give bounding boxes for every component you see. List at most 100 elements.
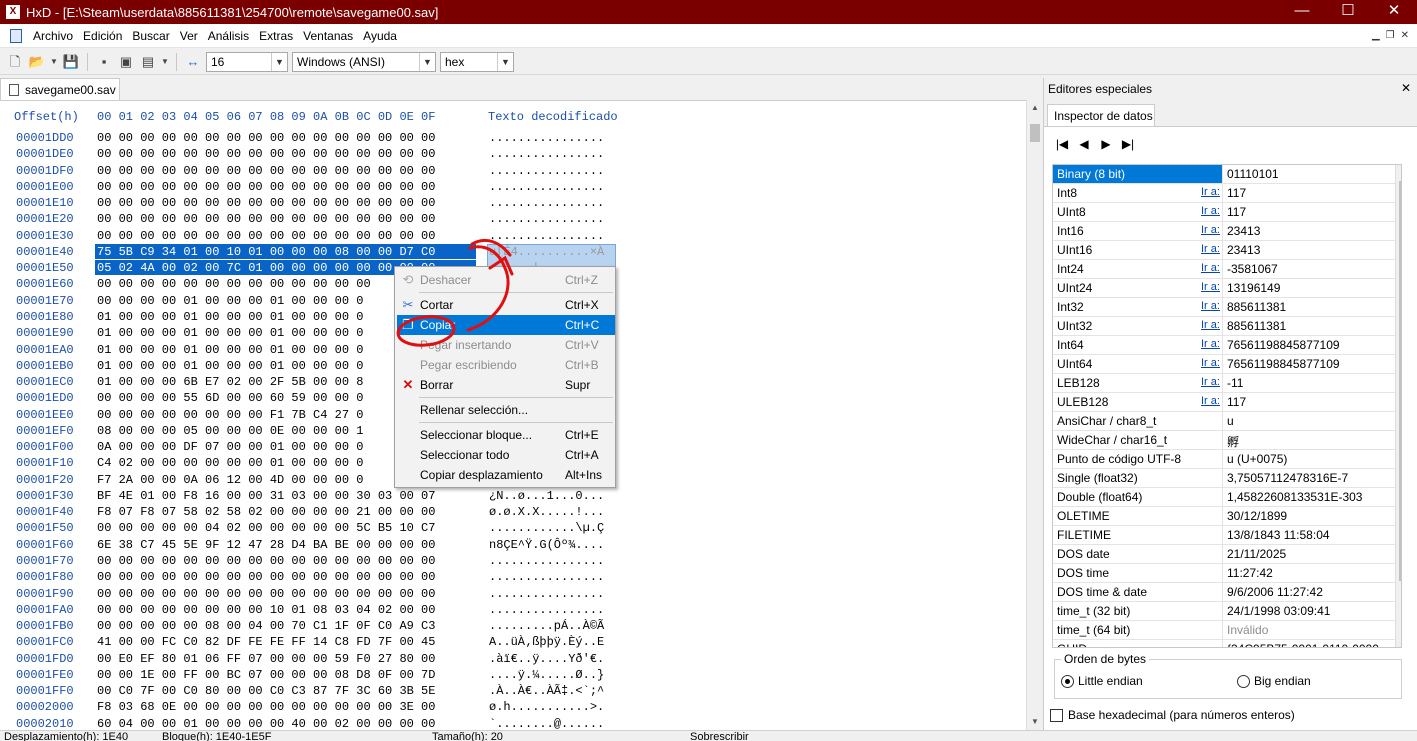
hex-row[interactable]: 00001E10 00 00 00 00 00 00 00 00 00 00 00… [0,196,1026,212]
goto-link[interactable]: Ir a: [1201,262,1220,274]
inspector-row[interactable]: LEB128 Ir a: -11 [1053,374,1395,393]
hex-row[interactable]: 00001F30 BF 4E 01 00 F8 16 00 00 31 03 00… [0,489,1026,505]
mdi-close-icon[interactable]: ✕ [1401,30,1409,41]
inspector-row[interactable]: GUID {34C95B75-0001-0110-0000-000 [1053,640,1395,647]
inspector-value[interactable]: 13/8/1843 11:58:04 [1227,528,1330,542]
menu-analisis[interactable]: Análisis [203,29,254,43]
menu-item-pegar-insertando[interactable]: Pegar insertando Ctrl+V [397,335,615,355]
row-bytes[interactable]: F8 07 F8 07 58 02 58 02 00 00 00 00 21 0… [97,505,435,519]
new-file-icon[interactable]: 🗋 [6,53,24,71]
display-mode-select[interactable]: hex ▼ [440,51,514,72]
hex-row[interactable]: 00001F90 00 00 00 00 00 00 00 00 00 00 00… [0,587,1026,603]
goto-link[interactable]: Ir a: [1201,300,1220,312]
inspector-row[interactable]: Single (float32) 3,75057112478316E-7 [1053,469,1395,488]
hex-row[interactable]: 00001F70 00 00 00 00 00 00 00 00 00 00 00… [0,554,1026,570]
inspector-row[interactable]: Int24 Ir a: -3581067 [1053,260,1395,279]
menu-buscar[interactable]: Buscar [127,29,174,43]
inspector-row[interactable]: UInt64 Ir a: 76561198845877109 [1053,355,1395,374]
dropdown-arrow-icon[interactable]: ▼ [161,53,169,71]
tab-savegame[interactable]: savegame00.sav [0,78,120,100]
inspector-value[interactable]: 01110101 [1227,167,1279,181]
bytes-per-row-select[interactable]: 16 ▼ [206,51,288,72]
hex-row[interactable]: 00001E20 00 00 00 00 00 00 00 00 00 00 00… [0,212,1026,228]
inspector-row[interactable]: Int16 Ir a: 23413 [1053,222,1395,241]
row-decoded-text[interactable]: u[É4..........×À [489,245,604,259]
row-bytes[interactable]: 00 00 00 00 00 00 00 00 00 00 00 00 00 0… [97,196,435,210]
mdi-restore-icon[interactable]: ❐ [1386,30,1395,41]
disk-icon[interactable]: ▪ [95,53,113,71]
next-icon[interactable]: ▶ [1098,137,1114,151]
inspector-scrollbar[interactable]: ▲ ▼ [1395,165,1401,647]
inspector-value[interactable]: 9/6/2006 11:27:42 [1227,585,1323,599]
inspector-row[interactable]: time_t (64 bit) Inválido [1053,621,1395,640]
inspector-row[interactable]: FILETIME 13/8/1843 11:58:04 [1053,526,1395,545]
row-bytes[interactable]: 00 00 00 00 55 6D 00 00 60 59 00 00 0 [97,391,363,405]
hex-row[interactable]: 00001DD0 00 00 00 00 00 00 00 00 00 00 00… [0,131,1026,147]
inspector-row[interactable]: Double (float64) 1,45822608133531E-303 [1053,488,1395,507]
goto-link[interactable]: Ir a: [1201,186,1220,198]
inspector-row[interactable]: UInt24 Ir a: 13196149 [1053,279,1395,298]
scroll-up-icon[interactable]: ▲ [1396,167,1401,176]
hex-row[interactable]: 00001FE0 00 00 1E 00 FF 00 BC 07 00 00 00… [0,668,1026,684]
menu-item-cortar[interactable]: ✂ Cortar Ctrl+X [397,295,615,315]
inspector-row[interactable]: ULEB128 Ir a: 117 [1053,393,1395,412]
inspector-row[interactable]: Punto de código UTF-8 u (U+0075) [1053,450,1395,469]
goto-link[interactable]: Ir a: [1201,395,1220,407]
row-bytes[interactable]: 00 00 00 00 01 00 00 00 01 00 00 00 0 [97,294,363,308]
inspector-row[interactable]: Binary (8 bit) 01110101 [1053,165,1395,184]
menu-archivo[interactable]: Archivo [28,29,78,43]
close-button[interactable]: ✕ [1371,0,1417,24]
row-bytes[interactable]: F7 2A 00 00 0A 06 12 00 4D 00 00 00 0 [97,473,363,487]
hex-row[interactable]: 00002000 F8 03 68 0E 00 00 00 00 00 00 00… [0,700,1026,716]
row-bytes[interactable]: 60 04 00 00 01 00 00 00 00 40 00 02 00 0… [97,717,435,730]
row-bytes[interactable]: 0A 00 00 00 DF 07 00 00 01 00 00 00 0 [97,440,363,454]
open-disk-image-icon[interactable]: ▤ [139,53,157,71]
scrollbar-thumb[interactable] [1030,124,1040,142]
row-bytes[interactable]: 00 00 00 00 00 00 00 00 00 00 00 00 00 0… [97,164,435,178]
row-decoded-text[interactable]: ................ [489,587,604,601]
row-decoded-text[interactable]: ø.ø.X.X.....!... [489,505,604,519]
row-decoded-text[interactable]: ................ [489,554,604,568]
inspector-value[interactable]: 21/11/2025 [1227,547,1286,561]
inspector-value[interactable]: 24/1/1998 03:09:41 [1227,604,1330,618]
row-decoded-text[interactable]: A..üÀ‚ßþþÿ.Èý..E [489,635,604,649]
hex-row[interactable]: 00001FF0 00 C0 7F 00 C0 80 00 00 C0 C3 87… [0,684,1026,700]
open-folder-icon[interactable]: 📂 [28,53,46,71]
menu-ayuda[interactable]: Ayuda [358,29,402,43]
scroll-up-icon[interactable]: ▲ [1027,100,1043,116]
row-bytes[interactable]: 00 00 00 00 00 00 00 00 00 00 00 00 00 0… [97,131,435,145]
row-bytes[interactable]: 6E 38 C7 45 5E 9F 12 47 28 D4 BA BE 00 0… [97,538,435,552]
inspector-value[interactable]: 30/12/1899 [1227,509,1287,523]
inspector-value[interactable]: 3,75057112478316E-7 [1227,471,1348,485]
inspector-value[interactable]: 117 [1227,186,1246,200]
row-decoded-text[interactable]: ................ [489,147,604,161]
hex-row[interactable]: 00001FA0 00 00 00 00 00 00 00 00 10 01 08… [0,603,1026,619]
row-bytes[interactable]: 00 00 1E 00 FF 00 BC 07 00 00 00 08 D8 0… [97,668,435,682]
scroll-down-icon[interactable]: ▼ [1396,638,1401,647]
dropdown-arrow-icon[interactable]: ▼ [50,53,58,71]
save-icon[interactable]: 💾 [62,53,80,71]
charset-select[interactable]: Windows (ANSI) ▼ [292,51,436,72]
row-bytes[interactable]: 00 00 00 00 00 00 00 00 10 01 08 03 04 0… [97,603,435,617]
inspector-row[interactable]: UInt16 Ir a: 23413 [1053,241,1395,260]
inspector-row[interactable]: Int64 Ir a: 76561198845877109 [1053,336,1395,355]
menu-ventanas[interactable]: Ventanas [298,29,358,43]
row-decoded-text[interactable]: ................ [489,164,604,178]
hex-row[interactable]: 00001DF0 00 00 00 00 00 00 00 00 00 00 00… [0,164,1026,180]
row-decoded-text[interactable]: .........pÁ..À©Ã [489,619,604,633]
menu-item-pegar-escribiendo[interactable]: Pegar escribiendo Ctrl+B [397,355,615,375]
menu-edicion[interactable]: Edición [78,29,127,43]
hex-base-checkbox-row[interactable]: Base hexadecimal (para números enteros) [1050,708,1295,722]
row-bytes[interactable]: 00 00 00 00 00 00 00 00 00 00 00 00 00 [97,277,371,291]
inspector-value[interactable]: 23413 [1227,243,1260,257]
close-icon[interactable]: ✕ [1401,81,1411,95]
row-bytes[interactable]: 00 00 00 00 00 00 00 00 00 00 00 00 00 0… [97,229,435,243]
chevron-down-icon[interactable]: ▼ [419,52,435,71]
radio-selected-icon[interactable] [1061,674,1074,688]
inspector-row[interactable]: Int8 Ir a: 117 [1053,184,1395,203]
goto-link[interactable]: Ir a: [1201,205,1220,217]
goto-link[interactable]: Ir a: [1201,243,1220,255]
hex-vertical-scrollbar[interactable]: ▲ ▼ [1026,100,1043,730]
little-endian-radio[interactable]: Little endian [1061,674,1143,688]
inspector-value[interactable]: 117 [1227,395,1246,409]
